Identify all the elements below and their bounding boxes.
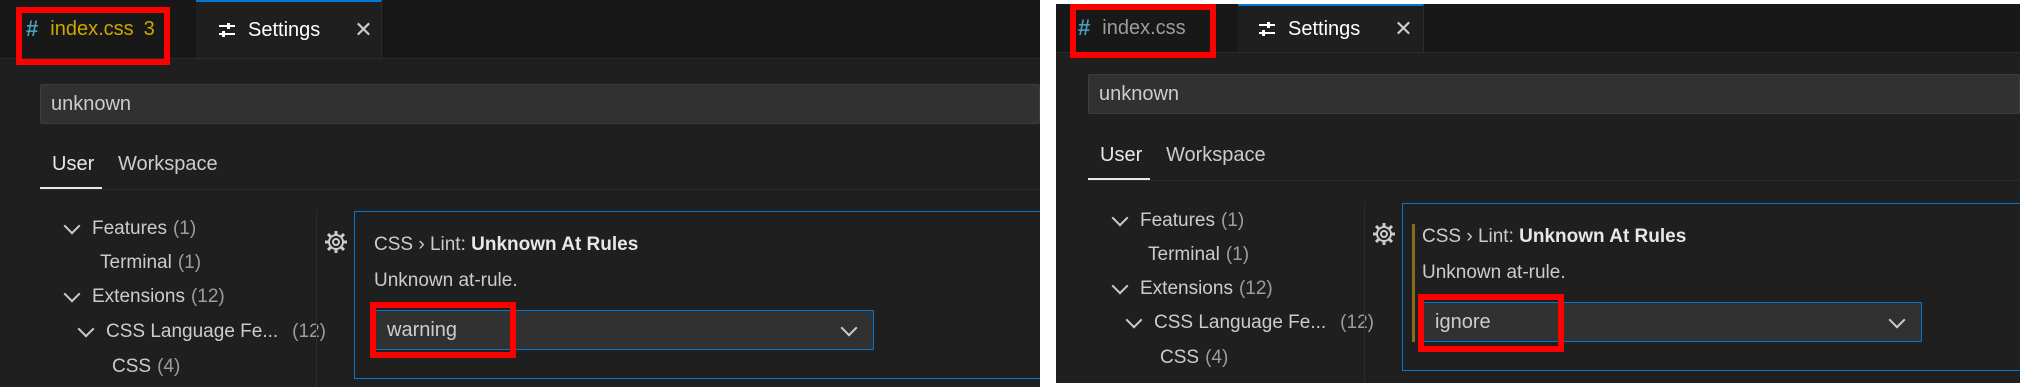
tab-label: Settings: [1288, 17, 1361, 40]
tree-item-features[interactable]: Features (1): [63, 217, 196, 240]
chevron-down-icon: [1125, 311, 1143, 329]
settings-sliders-icon: [218, 22, 236, 38]
chevron-down-icon: [1888, 311, 1906, 329]
tree-item-css-language-features[interactable]: CSS Language Fe... (12): [77, 320, 326, 343]
divider: [1088, 180, 2020, 181]
tab-settings[interactable]: Settings ✕: [1238, 4, 1424, 52]
tab-index-css[interactable]: # index.css 3: [0, 0, 190, 58]
tree-separator: [316, 210, 317, 387]
gear-icon[interactable]: [324, 230, 348, 254]
tab-user[interactable]: User: [1100, 144, 1142, 167]
tab-label: index.css: [50, 17, 134, 40]
tab-workspace[interactable]: Workspace: [1166, 144, 1266, 167]
hash-icon: #: [1078, 15, 1091, 40]
settings-editor-after: # index.css Settings ✕ unknown User Work…: [1056, 4, 2020, 383]
search-input[interactable]: unknown: [40, 84, 1040, 124]
divider: [40, 189, 1040, 190]
setting-description: Unknown at-rule.: [374, 270, 518, 291]
tab-workspace[interactable]: Workspace: [118, 153, 218, 176]
tab-settings[interactable]: Settings ✕: [196, 0, 382, 58]
tree-item-css-language-features[interactable]: CSS Language Fe... (12): [1125, 311, 1374, 334]
setting-title: CSS › Lint: Unknown At Rules: [1422, 226, 1687, 247]
tab-bar: # index.css 3 Settings ✕: [0, 0, 1040, 59]
tree-item-terminal[interactable]: Terminal (1): [100, 252, 201, 274]
search-input[interactable]: unknown: [1088, 74, 2020, 114]
setting-value-select[interactable]: ignore: [1422, 302, 1922, 342]
chevron-down-icon: [840, 319, 858, 337]
setting-title: CSS › Lint: Unknown At Rules: [374, 234, 639, 255]
select-value: warning: [387, 318, 458, 341]
hash-icon: #: [26, 16, 39, 41]
problems-count-badge: 3: [143, 17, 155, 40]
tree-item-css[interactable]: CSS (4): [112, 356, 180, 378]
tab-user[interactable]: User: [52, 153, 94, 176]
tree-item-terminal[interactable]: Terminal (1): [1148, 244, 1249, 266]
tree-separator: [1364, 202, 1365, 383]
tree-item-extensions[interactable]: Extensions (12): [63, 285, 225, 308]
tree-item-css[interactable]: CSS (4): [1160, 347, 1228, 369]
settings-editor-before: # index.css 3 Settings ✕ unknown User Wo…: [0, 0, 1040, 387]
close-icon[interactable]: ✕: [354, 17, 372, 43]
setting-value-select[interactable]: warning: [374, 310, 874, 350]
tab-label: index.css: [1102, 16, 1186, 39]
chevron-down-icon: [1111, 209, 1129, 227]
tab-bar: # index.css Settings ✕: [1056, 4, 2020, 53]
select-value: ignore: [1435, 310, 1491, 333]
tab-index-css[interactable]: # index.css: [1056, 4, 1226, 52]
chevron-down-icon: [63, 285, 81, 303]
tree-item-features[interactable]: Features (1): [1111, 209, 1244, 232]
chevron-down-icon: [63, 217, 81, 235]
tree-item-extensions[interactable]: Extensions (12): [1111, 277, 1273, 300]
chevron-down-icon: [77, 320, 95, 338]
chevron-down-icon: [1111, 277, 1129, 295]
close-icon[interactable]: ✕: [1394, 16, 1412, 42]
modified-indicator: [1412, 224, 1415, 342]
gear-icon[interactable]: [1372, 222, 1396, 246]
settings-sliders-icon: [1258, 21, 1276, 37]
tab-label: Settings: [248, 18, 321, 41]
setting-description: Unknown at-rule.: [1422, 262, 1566, 283]
